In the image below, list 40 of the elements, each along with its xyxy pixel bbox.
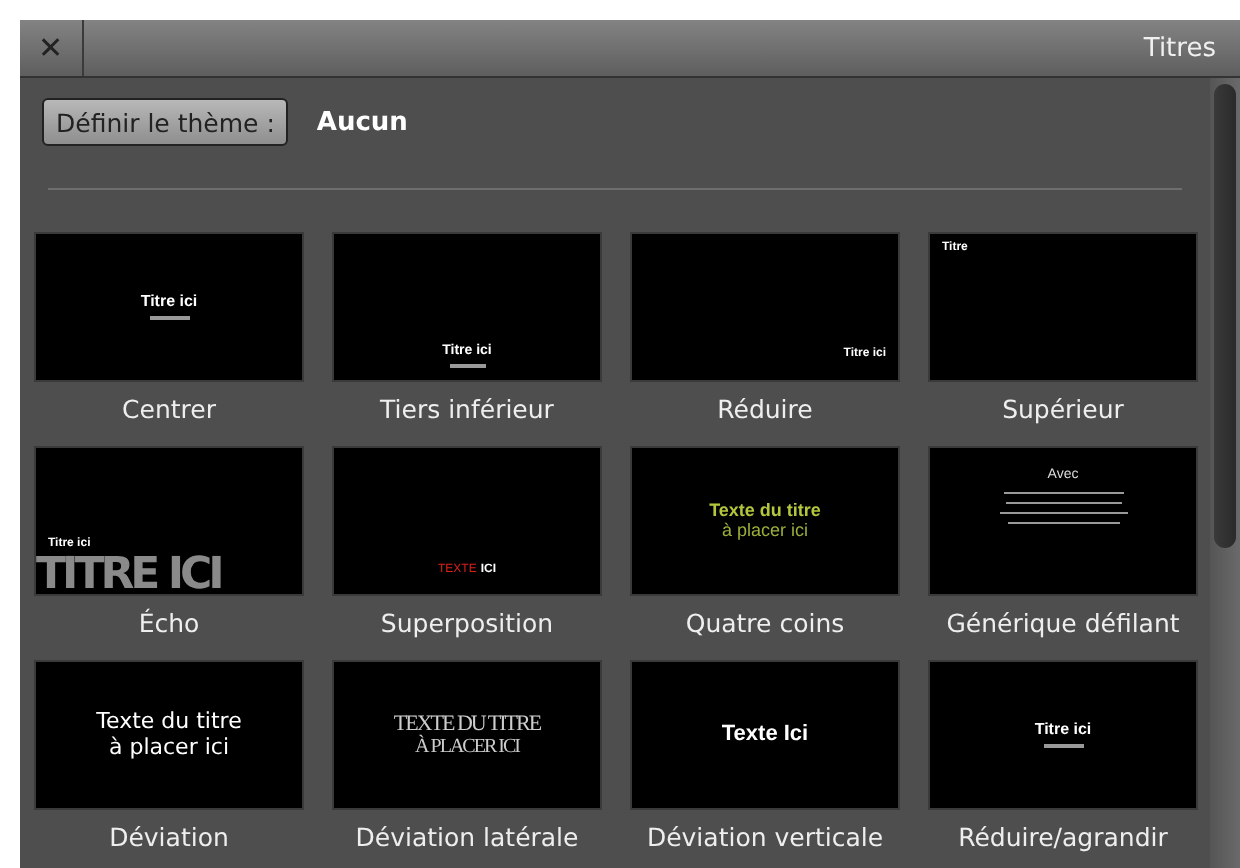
title-label: Générique défilant	[946, 606, 1180, 642]
title-label: Réduire/agrandir	[958, 820, 1168, 856]
title-thumbnail[interactable]: Texte du titre à placer ici	[630, 446, 900, 596]
credits-line	[999, 511, 1127, 514]
credits-line	[1007, 521, 1119, 524]
title-label: Écho	[138, 606, 200, 642]
preview-title: Texte du titre	[96, 710, 242, 735]
scroll-thumb[interactable]	[1214, 84, 1236, 548]
title-thumbnail[interactable]: Texte du titre à placer ici	[34, 660, 304, 810]
title-label: Réduire	[717, 392, 813, 428]
title-thumbnail[interactable]: Titre ici	[928, 660, 1198, 810]
title-thumbnail[interactable]: Texte Ici	[630, 660, 900, 810]
title-label: Centrer	[122, 392, 216, 428]
subtitle-line	[149, 315, 189, 320]
title-thumbnail[interactable]: Titre ici	[34, 232, 304, 382]
credits-line	[1005, 501, 1121, 504]
title-thumbnail[interactable]: TEXTE DU TITRE À PLACER ICI	[332, 660, 602, 810]
credits-line	[1003, 491, 1123, 494]
preview-title: Texte du titre	[709, 501, 821, 521]
title-label: Quatre coins	[685, 606, 845, 642]
preview-title: à placer ici	[721, 521, 809, 541]
scrollbar[interactable]	[1210, 78, 1240, 868]
subtitle-line	[1043, 743, 1083, 748]
title-label: Déviation	[109, 820, 229, 856]
title-label: Superposition	[380, 606, 554, 642]
preview-title: TEXTE DU TITRE	[393, 711, 541, 736]
title-label: Déviation verticale	[646, 820, 884, 856]
set-theme-button[interactable]: Définir le thème :	[42, 98, 289, 146]
preview-title: à placer ici	[108, 735, 229, 760]
title-label: Déviation latérale	[355, 820, 579, 856]
preview-title: Titre ici	[140, 294, 198, 312]
title-label: Supérieur	[1002, 392, 1124, 428]
theme-value: Aucun	[316, 107, 408, 137]
subtitle-line	[449, 364, 485, 368]
window-title: Titres	[1143, 33, 1216, 63]
preview-title: À PLACER ICI	[415, 736, 519, 759]
title-label: Tiers inférieur	[380, 392, 554, 428]
preview-title: Texte Ici	[721, 722, 809, 748]
preview-echo-text: TITRE ICI	[36, 554, 221, 594]
preview-title: Titre ici	[1034, 722, 1092, 740]
